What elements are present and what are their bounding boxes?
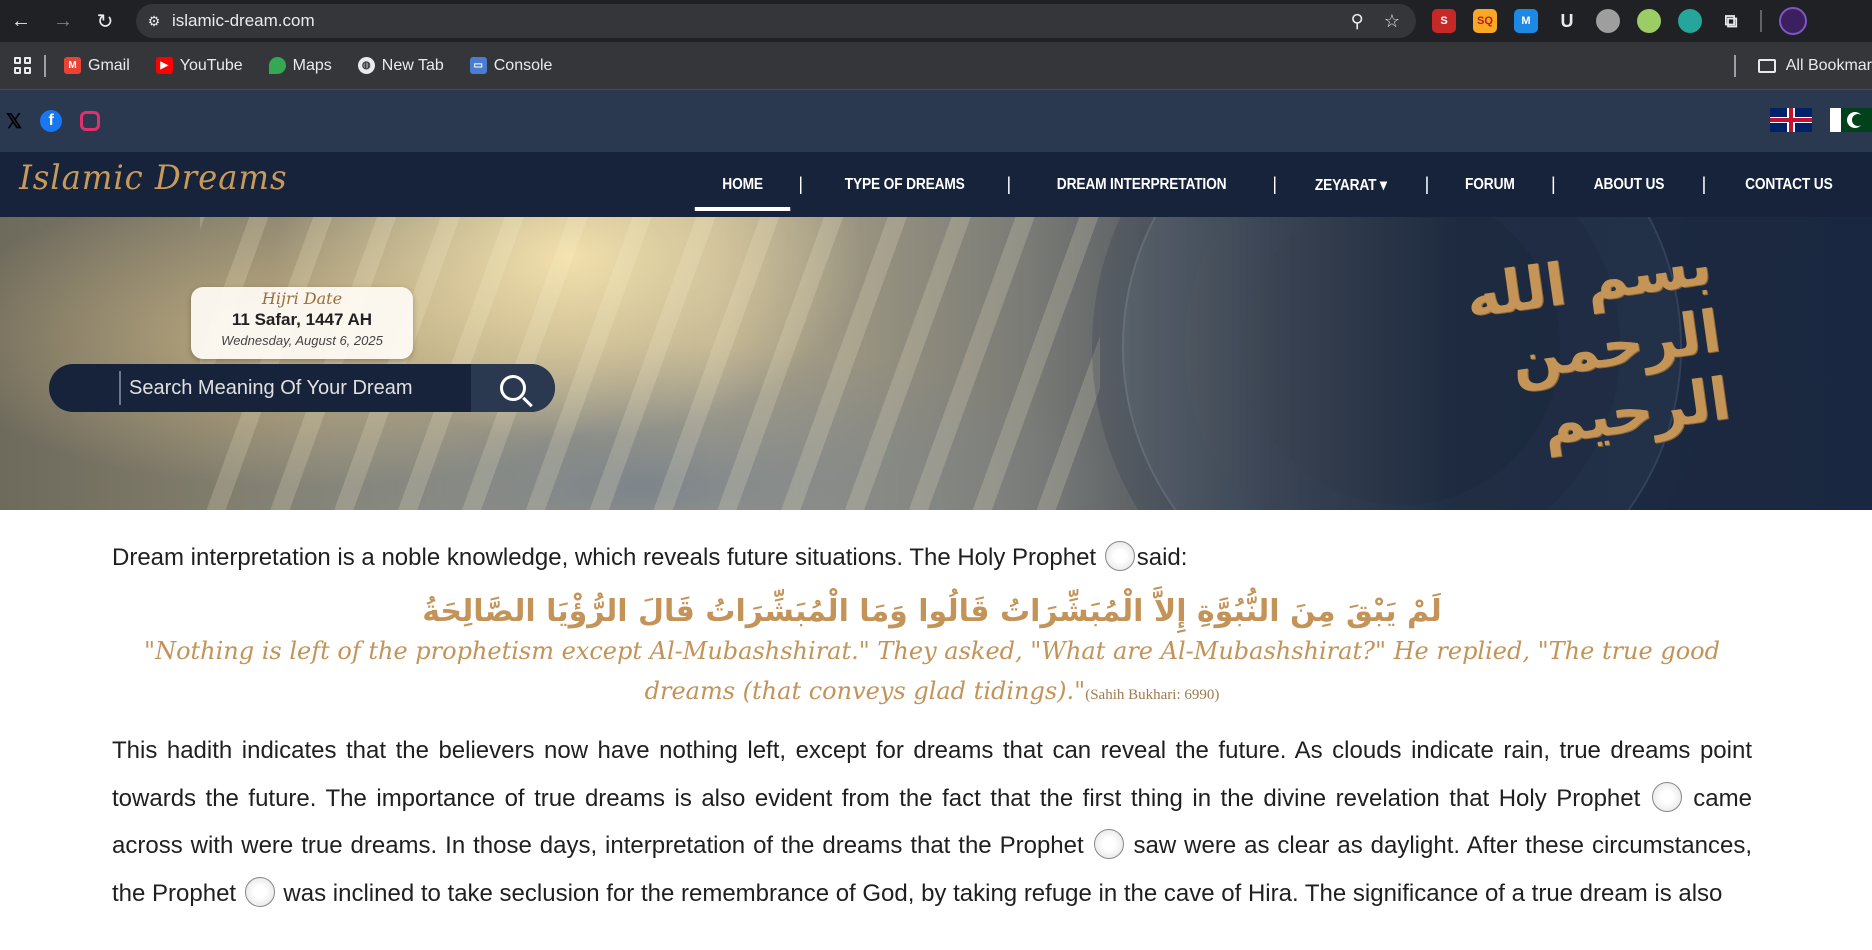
site-header: Islamic Dreams HOME | TYPE OF DREAMS | D… xyxy=(0,152,1872,217)
gmail-icon: M xyxy=(64,57,81,74)
bookmark-label: Maps xyxy=(292,56,332,74)
all-bookmarks-button[interactable]: All Bookmar xyxy=(1786,57,1872,75)
nav-about-us[interactable]: ABOUT US xyxy=(1566,152,1692,217)
hadith-arabic: لَمْ يَبْقَ مِنَ النُّبُوَّةِ إِلاَّ الْ… xyxy=(422,594,1442,629)
pbuh-icon xyxy=(1093,829,1124,859)
main-menu: HOME | TYPE OF DREAMS | DREAM INTERPRETA… xyxy=(687,152,1872,217)
back-arrow-icon[interactable]: ← xyxy=(0,0,42,42)
seo-extension-icon[interactable]: S xyxy=(1432,9,1456,33)
folder-icon xyxy=(1757,58,1776,73)
apps-grid-icon[interactable] xyxy=(0,57,44,74)
site-info-icon[interactable]: ⚙ xyxy=(136,13,172,30)
nav-contact-us[interactable]: CONTACT US xyxy=(1718,152,1861,217)
bulb-extension-icon[interactable] xyxy=(1637,9,1661,33)
sq-extension-icon[interactable]: SQ xyxy=(1473,9,1497,33)
bookmark-maps[interactable]: Maps xyxy=(268,56,332,75)
hadith-reference: (Sahih Bukhari: 6990) xyxy=(1085,687,1220,703)
hadith-translation: "Nothing is left of the prophetism excep… xyxy=(112,631,1752,715)
menu-separator: | xyxy=(1424,174,1430,194)
pakistan-flag-icon[interactable] xyxy=(1830,108,1872,132)
dream-search-box xyxy=(49,364,555,412)
nav-zeyarat[interactable]: ZEYARAT ▾ xyxy=(1287,152,1414,217)
gregorian-date: Wednesday, August 6, 2025 xyxy=(221,333,383,348)
toolbar-divider xyxy=(1760,10,1762,32)
address-bar[interactable]: ⚙ islamic-dream.com ⚲ ☆ xyxy=(136,4,1416,38)
menu-separator: | xyxy=(1006,174,1012,194)
pbuh-icon xyxy=(244,876,275,907)
bookmark-star-icon[interactable]: ☆ xyxy=(1384,11,1400,32)
hijri-date-card: Hijri Date 11 Safar, 1447 AH Wednesday, … xyxy=(191,287,413,359)
facebook-icon[interactable]: f xyxy=(40,110,63,132)
main-content: Dream interpretation is a noble knowledg… xyxy=(0,541,1872,917)
search-icon xyxy=(500,375,526,401)
hadith-quote-text: "Nothing is left of the prophetism excep… xyxy=(144,637,1720,705)
forward-arrow-icon[interactable]: → xyxy=(42,0,84,42)
zoom-icon[interactable]: ⚲ xyxy=(1351,11,1364,32)
pbuh-icon xyxy=(1651,781,1682,812)
bookmark-youtube[interactable]: ▶ YouTube xyxy=(155,56,243,75)
bookmark-new-tab[interactable]: ◍ New Tab xyxy=(357,56,444,75)
bookmark-label: Gmail xyxy=(88,56,130,74)
hijri-date-value: 11 Safar, 1447 AH xyxy=(231,310,373,329)
globe-icon: ◍ xyxy=(357,57,375,74)
extensions-puzzle-icon[interactable]: ⧉ xyxy=(1719,9,1743,33)
intro-paragraph: Dream interpretation is a noble knowledg… xyxy=(112,541,1752,574)
hijri-date-title: Hijri Date xyxy=(261,289,343,308)
bookmarks-divider xyxy=(1733,54,1736,77)
url-text[interactable]: islamic-dream.com xyxy=(172,11,315,31)
bookmark-label: New Tab xyxy=(381,56,444,74)
search-button[interactable] xyxy=(471,364,555,412)
profile-avatar[interactable] xyxy=(1779,7,1807,35)
database-extension-icon[interactable] xyxy=(1596,9,1620,33)
console-icon: ▭ xyxy=(469,57,487,74)
uk-flag-icon[interactable] xyxy=(1770,108,1812,132)
site-logo[interactable]: Islamic Dreams xyxy=(19,158,287,198)
bookmark-label: YouTube xyxy=(179,56,243,74)
instagram-icon[interactable] xyxy=(80,111,101,131)
intro-text: Dream interpretation is a noble knowledg… xyxy=(112,544,1103,571)
bookmarks-divider xyxy=(44,54,46,77)
u-extension-icon[interactable]: U xyxy=(1555,9,1579,33)
nav-forum[interactable]: FORUM xyxy=(1438,152,1543,217)
browser-toolbar: ← → ↻ ⚙ islamic-dream.com ⚲ ☆ S SQ M U ⧉ xyxy=(0,0,1872,42)
maps-icon xyxy=(268,57,286,74)
intro-text-end: said: xyxy=(1136,544,1188,571)
menu-separator: | xyxy=(798,174,804,194)
m-extension-icon[interactable]: M xyxy=(1514,9,1538,33)
menu-separator: | xyxy=(1272,174,1278,194)
nav-type-of-dreams[interactable]: TYPE OF DREAMS xyxy=(817,152,992,217)
nav-home[interactable]: HOME xyxy=(694,152,791,217)
sync-extension-icon[interactable] xyxy=(1678,9,1702,33)
social-bar: 𝕏 f xyxy=(0,90,1872,152)
bookmark-console[interactable]: ▭ Console xyxy=(469,56,553,75)
bismillah-calligraphy: بسم الله الرحمن الرحيم xyxy=(1461,229,1735,458)
youtube-icon: ▶ xyxy=(155,57,173,74)
reload-icon[interactable]: ↻ xyxy=(84,0,126,42)
hero-banner: بسم الله الرحمن الرحيم Hijri Date 11 Saf… xyxy=(0,217,1872,510)
para-text: was inclined to take seclusion for the r… xyxy=(276,879,1723,907)
para-text: This hadith indicates that the believers… xyxy=(112,737,1752,812)
pbuh-icon xyxy=(1104,541,1135,571)
bookmarks-bar: M Gmail ▶ YouTube Maps ◍ New Tab ▭ Conso… xyxy=(0,42,1872,90)
bookmark-label: Console xyxy=(493,56,553,74)
menu-separator: | xyxy=(1550,174,1556,194)
x-twitter-icon[interactable]: 𝕏 xyxy=(6,109,22,134)
dream-search-input[interactable] xyxy=(119,371,459,405)
menu-separator: | xyxy=(1701,174,1707,194)
body-paragraph: This hadith indicates that the believers… xyxy=(112,727,1752,917)
bookmark-gmail[interactable]: M Gmail xyxy=(64,57,130,75)
nav-dream-interpretation[interactable]: DREAM INTERPRETATION xyxy=(1029,152,1254,217)
